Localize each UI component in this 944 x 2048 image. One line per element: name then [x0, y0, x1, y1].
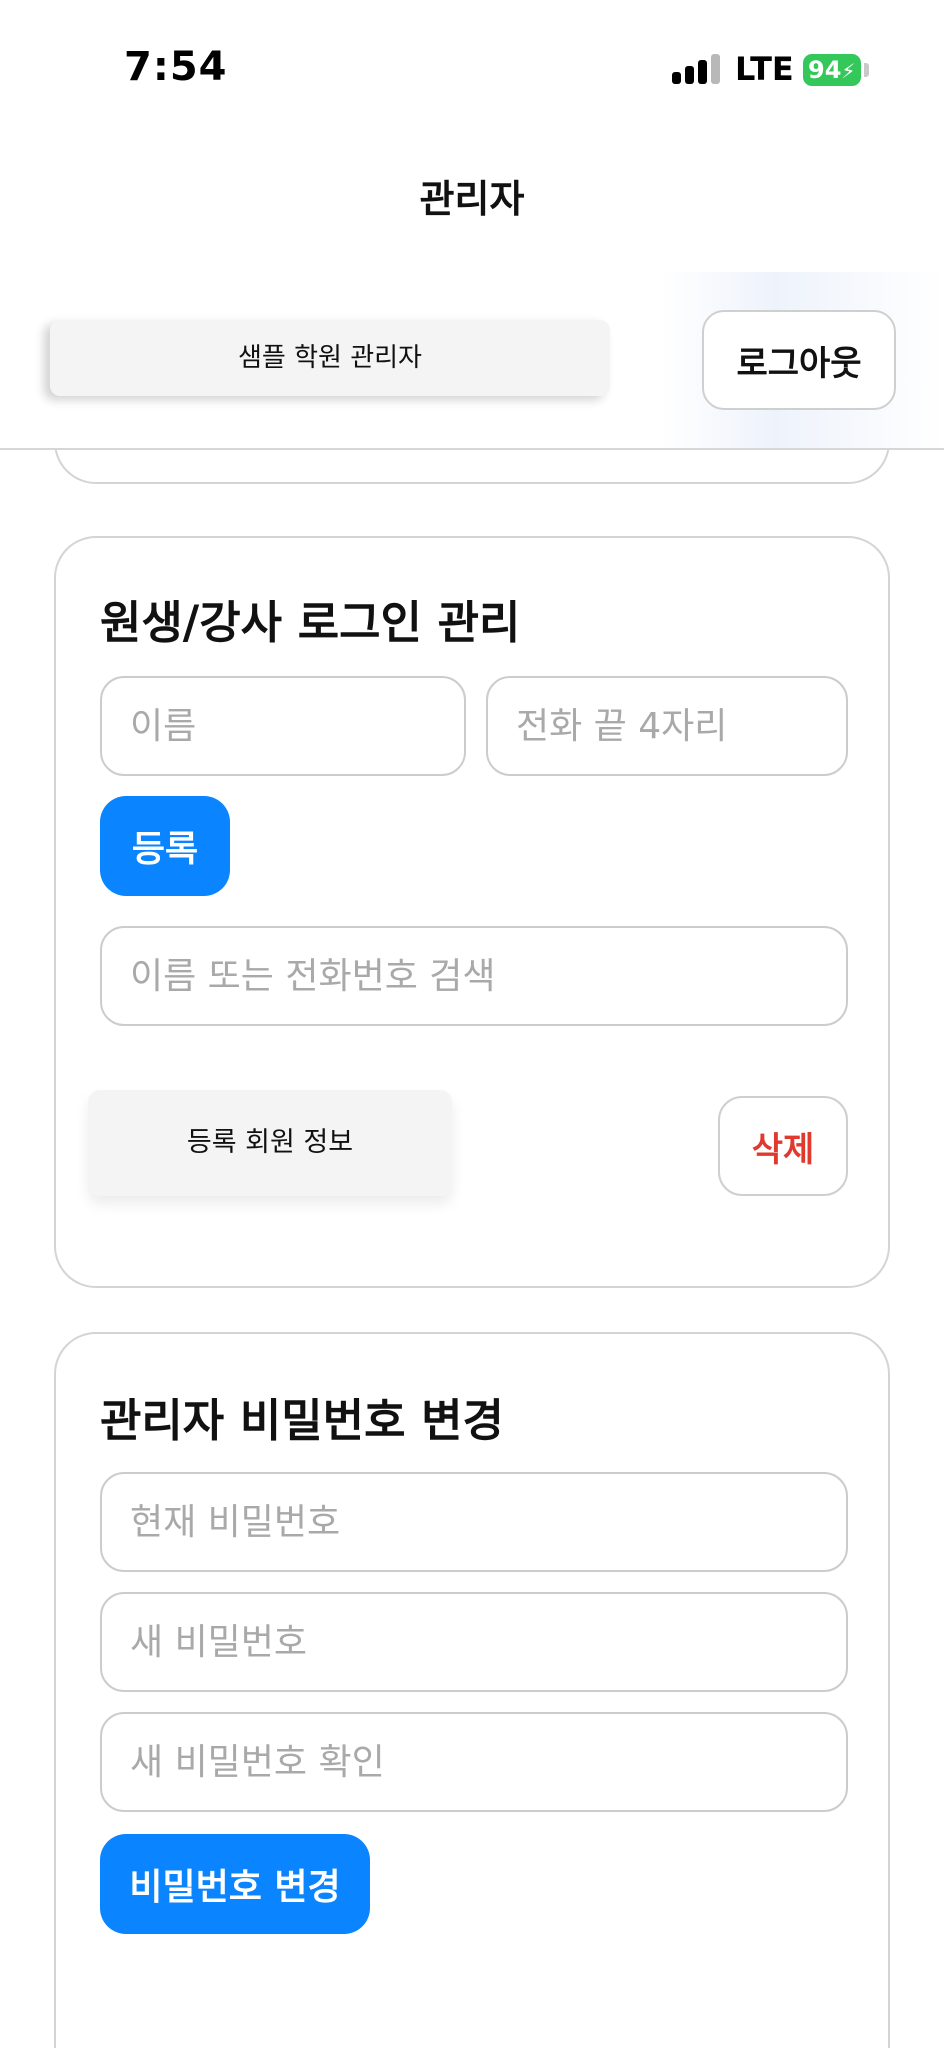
register-button[interactable]: 등록 — [100, 796, 230, 896]
admin-page: 7:54 LTE 94⚡ 관리자 샘플 학원 관리자 로그아웃 원생/강사 로그… — [0, 0, 944, 2048]
page-title: 관리자 — [419, 177, 525, 221]
battery-level: 94 — [808, 56, 842, 84]
change-password-button[interactable]: 비밀번호 변경 — [100, 1834, 370, 1934]
member-login-card: 원생/강사 로그인 관리 등록 등록 회원 정보 삭제 — [54, 536, 890, 1288]
member-section-title: 원생/강사 로그인 관리 — [100, 596, 521, 649]
delete-button[interactable]: 삭제 — [718, 1096, 848, 1196]
logout-button[interactable]: 로그아웃 — [702, 310, 896, 410]
org-name-badge: 샘플 학원 관리자 — [50, 320, 610, 396]
status-time: 7:54 — [124, 44, 228, 90]
new-password-input[interactable] — [100, 1592, 848, 1692]
member-search-input[interactable] — [100, 926, 848, 1026]
phone-last4-input[interactable] — [486, 676, 848, 776]
current-password-input[interactable] — [100, 1472, 848, 1572]
member-info-panel: 등록 회원 정보 — [88, 1090, 452, 1196]
network-type: LTE — [735, 50, 794, 88]
battery-icon: 94⚡ — [803, 54, 861, 86]
password-section-title: 관리자 비밀번호 변경 — [100, 1394, 504, 1447]
confirm-password-input[interactable] — [100, 1712, 848, 1812]
header-bar: 샘플 학원 관리자 로그아웃 — [0, 272, 944, 450]
password-change-card: 관리자 비밀번호 변경 비밀번호 변경 — [54, 1332, 890, 2048]
battery-cap — [864, 63, 869, 77]
signal-strength-icon — [672, 54, 720, 84]
charging-bolt-icon: ⚡ — [841, 59, 856, 83]
name-input[interactable] — [100, 676, 466, 776]
